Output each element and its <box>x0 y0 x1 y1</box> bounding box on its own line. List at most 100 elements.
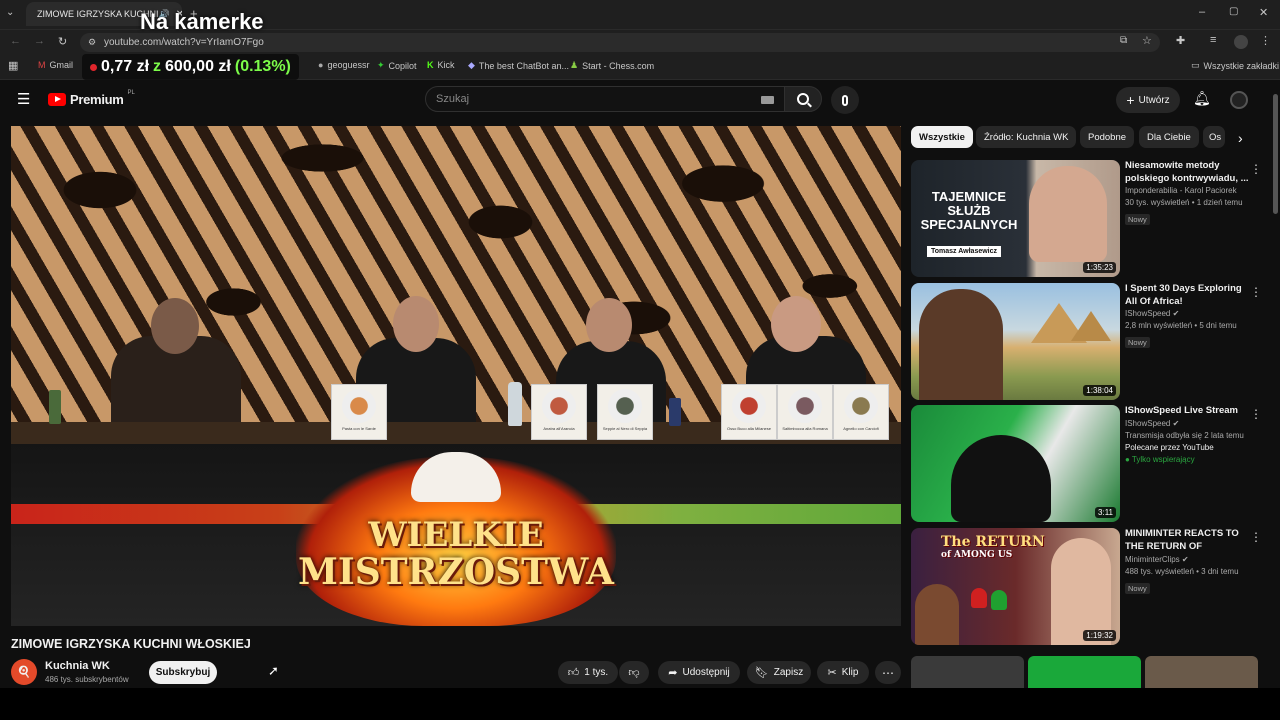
verified-icon: ✔ <box>1172 418 1180 428</box>
chevron-right-icon[interactable]: › <box>1238 130 1243 146</box>
dish-card: Osso Buco alla Milanese <box>721 384 777 440</box>
video-thumbnail[interactable]: TAJEMNICE SŁUŻB SPECJALNYCH Tomasz Awłas… <box>911 160 1120 277</box>
donation-goal-ticker: 0,77 zł z 600,00 zł (0.13%) <box>82 54 299 80</box>
ticker-z: z <box>153 58 162 75</box>
green-can <box>49 390 61 424</box>
scrollbar-thumb[interactable] <box>1273 94 1278 214</box>
more-actions-button[interactable]: ⋯ <box>875 661 901 684</box>
dish-card: Agnello con Carciofi <box>833 384 889 440</box>
tab-search-icon[interactable]: ⌄ <box>6 7 14 18</box>
video-channel: IShowSpeed ✔ <box>1125 309 1180 318</box>
address-bar[interactable]: ⚙ youtube.com/watch?v=YrIamO7Fgo <box>80 33 1160 52</box>
microphone-icon <box>842 94 848 106</box>
shorts-thumbnail[interactable] <box>911 656 1024 688</box>
video-duration: 1:35:23 <box>1083 262 1116 273</box>
back-icon[interactable]: ← <box>10 35 21 47</box>
browser-menu-icon[interactable]: ⋮ <box>1260 34 1271 47</box>
chip-all[interactable]: Wszystkie <box>911 126 973 148</box>
bookmark-star-icon[interactable]: ☆ <box>1142 34 1152 47</box>
like-count: 1 tys. <box>584 667 609 678</box>
youtube-header: ☰ Premium PL Szukaj + Utwórz 🔔︎ <box>0 82 1270 118</box>
hamburger-menu-icon[interactable]: ☰ <box>17 90 30 108</box>
youtube-play-icon <box>48 93 66 106</box>
video-meta[interactable]: IShowSpeed Live Stream IShowSpeed ✔ Tran… <box>1125 405 1253 466</box>
shorts-thumbnail[interactable] <box>1028 656 1141 688</box>
more-vertical-icon[interactable]: ⋮ <box>1250 162 1262 176</box>
reload-icon[interactable]: ↻ <box>58 35 67 48</box>
save-button[interactable]: 🔖︎ Zapisz <box>747 661 811 684</box>
bottom-taskbar-strip <box>0 688 1280 720</box>
extensions-icon[interactable]: ✚ <box>1176 34 1185 47</box>
bookmark-chess[interactable]: ♟ Start - Chess.com <box>570 60 654 71</box>
new-badge: Nowy <box>1125 337 1150 348</box>
create-button[interactable]: + Utwórz <box>1116 87 1180 113</box>
maximize-icon[interactable]: ▢ <box>1229 6 1238 17</box>
dish-card: Anatra all'Arancia <box>531 384 587 440</box>
verified-icon: ✔ <box>1181 555 1189 564</box>
chess-icon: ♟ <box>570 60 579 70</box>
thumb-text-3: SPECJALNYCH <box>920 217 1018 232</box>
bookmark-geoguessr[interactable]: ● geoguessr <box>318 60 369 70</box>
members-icon: ● <box>1125 454 1130 464</box>
thumb-pyramid <box>1071 311 1111 341</box>
video-duration: 1:19:32 <box>1083 630 1116 641</box>
video-stats: 2,8 mln wyświetleń • 5 dni temu <box>1125 321 1237 330</box>
cast-icon[interactable]: ⧉ <box>1120 35 1127 46</box>
more-vertical-icon[interactable]: ⋮ <box>1250 285 1262 299</box>
like-button[interactable]: 👍︎ 1 tys. <box>558 661 618 684</box>
host-head-1 <box>151 298 199 354</box>
thumb-silhouette <box>951 435 1051 522</box>
notifications-bell-icon[interactable]: 🔔︎ <box>1193 90 1211 107</box>
video-thumbnail[interactable]: The RETURN of AMONG US 1:19:32 <box>911 528 1120 645</box>
site-info-icon[interactable]: ⚙ <box>88 33 96 52</box>
video-meta[interactable]: I Spent 30 Days Exploring All Of Africa!… <box>1125 283 1253 350</box>
chip-for-you[interactable]: Dla Ciebie <box>1139 126 1199 148</box>
video-meta[interactable]: Niesamowite metody polskiego kontrwywiad… <box>1125 160 1253 227</box>
search-icon <box>797 93 812 108</box>
search-button[interactable] <box>784 86 822 112</box>
shorts-thumbnail[interactable] <box>1145 656 1258 688</box>
profile-avatar[interactable] <box>1234 35 1248 49</box>
apps-grid-icon[interactable]: ▦ <box>8 59 18 72</box>
copilot-icon: ✦ <box>377 60 385 70</box>
chip-related[interactable]: Podobne <box>1080 126 1135 148</box>
more-vertical-icon[interactable]: ⋮ <box>1250 407 1262 421</box>
video-meta[interactable]: MINIMINTER REACTS TO THE RETURN OF SIDEM… <box>1125 528 1253 596</box>
dish-card: Seppie al Nero di Seppia <box>597 384 653 440</box>
video-thumbnail[interactable]: 3:11 <box>911 405 1120 522</box>
kick-icon: K <box>427 60 434 70</box>
thumb-text-1: The RETURN <box>941 534 1045 550</box>
youtube-logo[interactable]: Premium PL <box>48 89 135 107</box>
thumb-text-1: TAJEMNICE <box>931 189 1007 204</box>
bookmark-icon: 🔖︎ <box>754 667 769 679</box>
more-vertical-icon[interactable]: ⋮ <box>1250 530 1262 544</box>
channel-avatar[interactable]: 🍳︎ <box>11 659 37 685</box>
page-scrollbar[interactable] <box>1271 82 1280 688</box>
channel-name[interactable]: Kuchnia WK <box>45 660 110 672</box>
forward-icon[interactable]: → <box>34 35 45 47</box>
voice-search-button[interactable] <box>831 86 859 114</box>
bookmark-gmail[interactable]: M Gmail <box>38 60 73 70</box>
subscribe-button[interactable]: Subskrybuj <box>149 661 217 684</box>
dislike-button[interactable]: 👎︎ <box>619 661 649 684</box>
clip-button[interactable]: ✂ Klip <box>817 661 869 684</box>
bookmark-copilot[interactable]: ✦ Copilot <box>377 60 417 71</box>
video-player[interactable]: Pasta con le Sarde Anatra all'Arancia Se… <box>11 126 901 626</box>
chip-more[interactable]: Os <box>1203 126 1225 148</box>
video-thumbnail[interactable]: 1:38:04 <box>911 283 1120 400</box>
reading-list-icon[interactable]: ≡ <box>1210 34 1216 46</box>
keyboard-icon[interactable] <box>761 96 774 104</box>
window-close-icon[interactable]: ✕ <box>1259 6 1268 19</box>
host-head-4 <box>771 296 821 352</box>
minimize-icon[interactable]: – <box>1199 6 1205 18</box>
search-input[interactable]: Szukaj <box>425 86 785 112</box>
thumbs-down-icon: 👎︎ <box>628 667 640 679</box>
all-bookmarks[interactable]: ▭ Wszystkie zakładki <box>1191 60 1279 71</box>
chip-source[interactable]: Źródło: Kuchnia WK <box>976 126 1077 148</box>
share-button[interactable]: ➦ Udostępnij <box>658 661 740 684</box>
logo-region-label: PL <box>127 89 135 96</box>
bookmark-chatbot[interactable]: ◆ The best ChatBot an... <box>468 60 569 71</box>
account-avatar[interactable] <box>1230 91 1248 109</box>
video-title: IShowSpeed Live Stream <box>1125 405 1238 416</box>
bookmark-kick[interactable]: K Kick <box>427 60 455 70</box>
